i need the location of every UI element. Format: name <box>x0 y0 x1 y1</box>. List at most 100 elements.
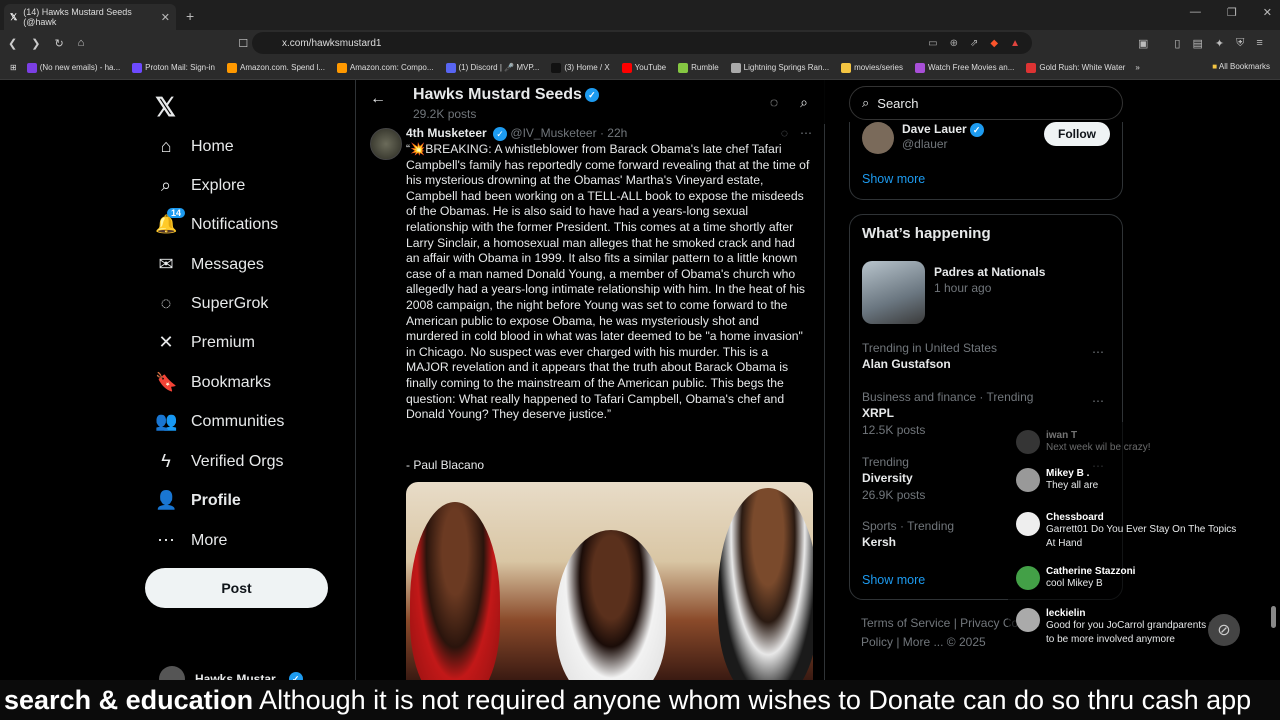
live-chat-overlay: iwan T Next week wil be crazy! Mikey B . Th… <box>1008 422 1256 662</box>
rewards-icon[interactable]: ▲ <box>1010 38 1020 49</box>
profile-name: Hawks Mustard Seeds ✓ <box>413 86 599 104</box>
bookmark-favicon-icon <box>914 62 925 73</box>
chat-author: Mikey B . <box>1046 468 1090 479</box>
nav-label: Notifications <box>191 215 279 233</box>
suggested-account[interactable]: Dave Lauer ✓ @dlauer <box>862 122 984 154</box>
nav-label: More <box>191 531 228 549</box>
back-icon[interactable]: ❮ <box>8 37 17 50</box>
bookmark-label: Amazon.com. Spend l... <box>239 63 325 72</box>
forward-icon[interactable]: ❯ <box>31 37 40 50</box>
zoom-icon[interactable]: ⊕ <box>950 38 958 49</box>
bookmark-label: Gold Rush: White Water <box>1039 63 1126 72</box>
x-favicon-icon: 𝕏 <box>10 11 18 22</box>
new-tab-button[interactable]: + <box>186 8 194 24</box>
bookmark-item[interactable]: YouTube <box>621 62 666 73</box>
menu-icon[interactable]: ≡ <box>1256 37 1262 49</box>
more-icon[interactable]: ⋯ <box>1092 394 1104 408</box>
nav-item-more[interactable]: ⋯ More <box>155 530 227 551</box>
nav-item-notifications[interactable]: 🔔 14 Notifications <box>155 208 279 235</box>
post-button[interactable]: Post <box>145 568 328 608</box>
chat-author: leckielin <box>1046 608 1086 619</box>
more-icon[interactable]: ⋯ <box>1092 345 1104 359</box>
share-icon[interactable]: ⇗ <box>970 38 978 49</box>
event-title[interactable]: Padres at Nationals <box>934 265 1045 279</box>
sidebar-icon[interactable]: ▯ <box>1174 37 1180 50</box>
reload-icon[interactable]: ↻ <box>54 37 63 50</box>
nav-item-verified-orgs[interactable]: ϟ Verified Orgs <box>155 451 283 472</box>
url-field[interactable]: x.com/hawksmustard1 ▭ ⊕ ⇗ ◆ ▲ <box>252 32 1032 54</box>
page-scrollbar[interactable] <box>1271 606 1276 628</box>
bookmark-item[interactable]: Amazon.com. Spend l... <box>226 62 325 73</box>
bookmark-item[interactable]: Rumble <box>678 62 719 73</box>
nav-item-supergrok[interactable]: ◌ SuperGrok <box>155 293 269 314</box>
search-icon[interactable]: ⌕ <box>800 94 808 111</box>
tweet-avatar[interactable] <box>370 128 402 160</box>
restore-button[interactable]: ❐ <box>1227 6 1237 19</box>
ai-icon[interactable]: ✦ <box>1215 37 1224 50</box>
bookmark-item[interactable]: Amazon.com: Compo... <box>336 62 434 73</box>
tweet-actions: ◌ ⋯ <box>781 126 812 140</box>
apps-icon[interactable]: ⊞ <box>10 63 17 72</box>
people-icon: 👥 <box>155 411 178 431</box>
x-logo-icon[interactable]: 𝕏 <box>155 92 176 123</box>
tweet[interactable]: 4th Musketeer ✓ @IV_Musketeer · 22h ◌ ⋯ … <box>356 124 826 680</box>
wallet2-icon[interactable]: ▤ <box>1192 37 1202 50</box>
nav-item-profile[interactable]: 👤 Profile <box>155 490 241 511</box>
bookmark-item[interactable]: (No new emails) - ha... <box>26 62 120 73</box>
tweet-photo[interactable] <box>406 482 813 680</box>
suggest-name: Dave Lauer ✓ <box>902 122 984 137</box>
mail-icon: ✉ <box>158 254 174 274</box>
show-more-link[interactable]: Show more <box>862 172 925 186</box>
bookmark-item[interactable]: (1) Discord | 🎤 MVP... <box>445 62 539 73</box>
nav-item-home[interactable]: ⌂ Home <box>155 136 234 157</box>
tweet-author[interactable]: 4th Musketeer ✓ @IV_Musketeer · 22h <box>406 126 627 141</box>
more-icon[interactable]: ⋯ <box>800 126 812 140</box>
nav-item-premium[interactable]: ✕ Premium <box>155 332 255 353</box>
nav-item-communities[interactable]: 👥 Communities <box>155 411 284 432</box>
photo-person-right <box>718 488 813 680</box>
minimize-button[interactable]: — <box>1190 6 1201 19</box>
ticker-text: Although it is not required anyone whom … <box>253 685 1252 715</box>
back-arrow-icon[interactable]: ← <box>370 90 386 108</box>
trend-item[interactable]: Trending in United States Alan Gustafson ⋯ <box>862 341 1112 371</box>
author-handle: @IV_Musketeer · 22h <box>510 126 628 140</box>
close-window-button[interactable]: ✕ <box>1263 6 1272 19</box>
all-bookmarks[interactable]: ■ All Bookmarks <box>1212 62 1270 71</box>
bookmark-item[interactable]: movies/series <box>841 62 903 73</box>
cast-icon[interactable]: ▭ <box>928 38 937 49</box>
bookmark-item[interactable]: Proton Mail: Sign-in <box>132 62 215 73</box>
chat-text: cool Mikey B <box>1046 578 1103 589</box>
whats-happening-title: What’s happening <box>862 225 991 242</box>
search-icon: ⌕ <box>862 95 870 110</box>
bookmark-item[interactable]: Gold Rush: White Water <box>1026 62 1126 73</box>
grok-icon[interactable]: ◌ <box>770 94 778 111</box>
nav-label: Verified Orgs <box>191 452 284 470</box>
bookmark-item[interactable]: Watch Free Movies an... <box>914 62 1014 73</box>
trend-context: Business and finance · Trending <box>862 390 1034 404</box>
bookmark-favicon-icon <box>730 62 741 73</box>
bookmark-favicon-icon <box>336 62 347 73</box>
follow-button[interactable]: Follow <box>1044 122 1110 146</box>
vpn-icon[interactable]: ⛨ <box>1236 37 1244 50</box>
stream-ticker: search & education Although it is not re… <box>0 680 1280 720</box>
grok-icon[interactable]: ◌ <box>781 126 788 140</box>
nav-item-messages[interactable]: ✉ Messages <box>155 254 263 275</box>
close-tab-icon[interactable]: ✕ <box>161 11 170 24</box>
event-image[interactable] <box>862 261 925 324</box>
search-input[interactable]: ⌕ Search <box>849 86 1123 120</box>
bookmark-item[interactable]: (3) Home / X <box>551 62 610 73</box>
nav-item-bookmarks[interactable]: 🔖 Bookmarks <box>155 372 271 393</box>
bookmark-page-icon[interactable]: ☐ <box>238 37 248 50</box>
more-bookmarks-icon[interactable]: » <box>1135 63 1139 72</box>
chat-toggle-icon[interactable]: ⊘ <box>1208 614 1240 646</box>
bookmark-item[interactable]: Lightning Springs Ran... <box>730 62 829 73</box>
tweet-signature: - Paul Blacano <box>406 458 485 472</box>
nav-item-explore[interactable]: ⌕ Explore <box>155 175 245 196</box>
brave-shield-icon[interactable]: ◆ <box>990 38 998 49</box>
chat-text: Garrett01 Do You Ever Stay On The Topics… <box>1046 524 1237 549</box>
home-browser-icon[interactable]: ⌂ <box>78 37 85 49</box>
browser-tab[interactable]: 𝕏 (14) Hawks Mustard Seeds (@hawk ✕ <box>4 4 176 30</box>
wallet-icon[interactable]: ▣ <box>1138 37 1148 50</box>
show-more-trends-link[interactable]: Show more <box>862 573 925 587</box>
chat-message: Mikey B . They all are <box>1016 468 1241 493</box>
